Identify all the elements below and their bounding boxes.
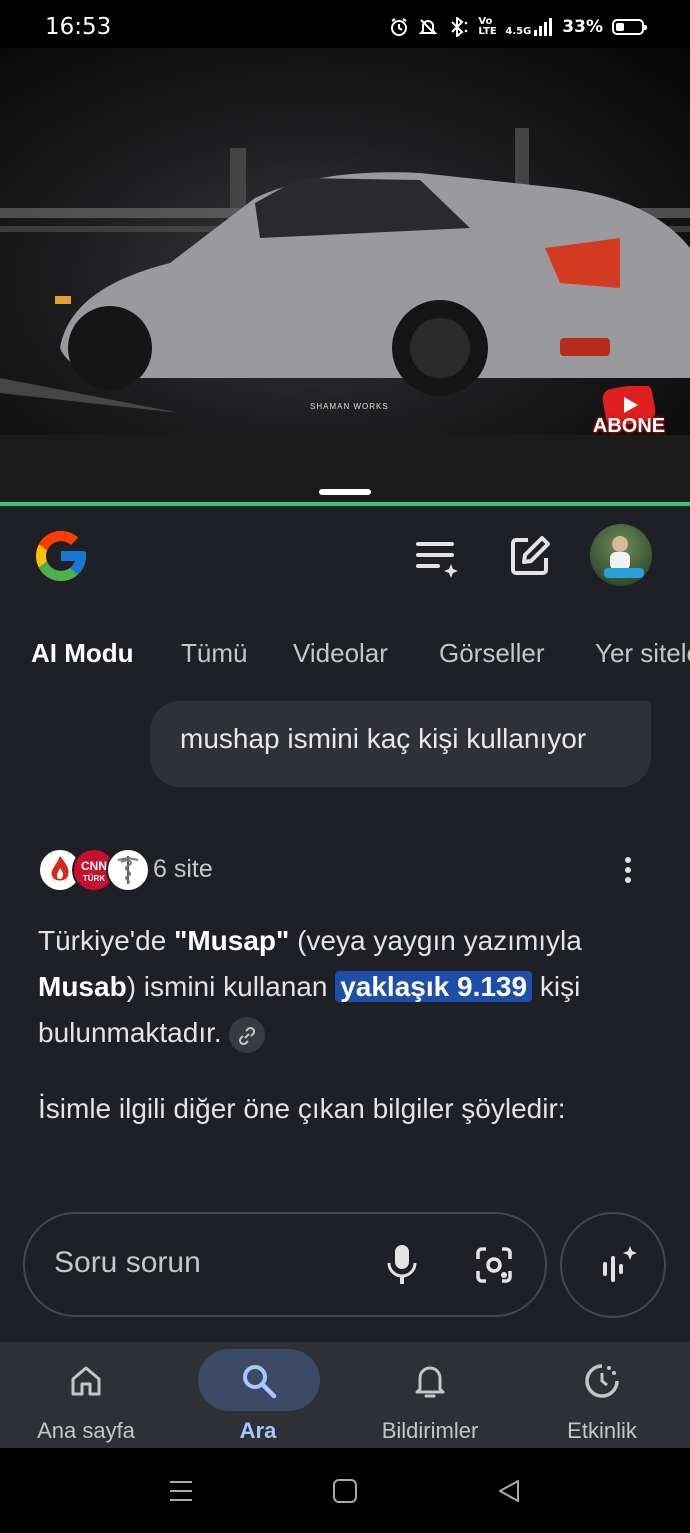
home-button-icon[interactable] — [332, 1478, 358, 1504]
video-frame — [0, 128, 690, 413]
back-icon[interactable] — [496, 1478, 522, 1504]
answer-highlight: yaklaşık 9.139 — [335, 971, 533, 1002]
live-voice-icon — [603, 1246, 637, 1282]
sources-count[interactable]: 6 site — [153, 855, 213, 884]
ask-input[interactable]: Soru sorun — [54, 1246, 201, 1280]
avatar-image — [604, 536, 644, 578]
user-query-bubble: mushap ismini kaç kişi kullanıyor — [150, 701, 651, 787]
alarm-icon — [391, 18, 408, 36]
nav-search[interactable]: Ara — [172, 1342, 344, 1448]
battery-icon — [612, 19, 647, 35]
tab-places[interactable]: Yer siteleri — [595, 638, 690, 669]
svg-text:CNN: CNN — [81, 859, 107, 873]
avatar[interactable] — [590, 524, 652, 586]
battery-percent: 33% — [562, 17, 603, 37]
lens-icon[interactable] — [474, 1245, 514, 1285]
google-g-logo[interactable] — [31, 526, 91, 586]
tab-all[interactable]: Tümü — [181, 638, 247, 669]
nav-notifications-label: Bildirimler — [381, 1418, 479, 1443]
medical-logo — [106, 848, 150, 892]
nav-search-label: Ara — [239, 1418, 277, 1443]
svg-text:TÜRK: TÜRK — [83, 874, 105, 883]
nav-notifications[interactable]: Bildirimler — [344, 1342, 516, 1448]
bell-icon — [415, 1366, 445, 1398]
status-bar: 16:53 Vo LTE 4.5G 33% — [0, 0, 690, 48]
answer-name-alt-bold: Musab — [38, 971, 127, 1002]
answer-name-bold: "Musap" — [174, 925, 290, 956]
recents-icon[interactable] — [168, 1478, 194, 1504]
nav-home[interactable]: Ana sayfa — [0, 1342, 172, 1448]
nav-home-label: Ana sayfa — [37, 1418, 135, 1443]
home-icon — [71, 1366, 101, 1396]
answer-paragraph-2: İsimle ilgili diğer öne çıkan bilgiler ş… — [38, 1093, 566, 1124]
search-icon — [243, 1365, 277, 1399]
bluetooth-icon — [451, 17, 468, 37]
activity-icon — [585, 1364, 619, 1398]
subscribe-badge[interactable]: ABONE OL — [590, 383, 668, 435]
bell-off-icon — [418, 19, 438, 35]
split-handle[interactable] — [319, 489, 371, 495]
mic-icon[interactable] — [386, 1243, 418, 1285]
nav-activity-label: Etkinlik — [567, 1418, 637, 1443]
voice-live-button[interactable] — [560, 1212, 666, 1318]
tab-videos[interactable]: Videolar — [293, 638, 388, 669]
app-header — [0, 506, 690, 616]
nav-activity[interactable]: Etkinlik — [516, 1342, 688, 1448]
status-icons: Vo LTE 4.5G 33% — [389, 14, 647, 40]
tab-ai-mode[interactable]: AI Modu — [31, 638, 134, 669]
signal-icon — [534, 18, 553, 36]
new-chat-icon[interactable] — [508, 534, 552, 578]
answer-paragraph: Türkiye'de "Musap" (veya yaygın yazımıyl… — [38, 918, 638, 1056]
system-navigation-bar — [0, 1448, 690, 1533]
search-tabs: AI Modu Tümü Videolar Görseller Yer site… — [0, 632, 690, 676]
volte-icon: Vo LTE — [478, 16, 497, 37]
bottom-navigation: Ana sayfa Ara Bildirimler Etkinlik — [0, 1342, 690, 1448]
subscribe-label: ABONE OL — [592, 415, 666, 435]
history-list-icon[interactable] — [414, 538, 460, 580]
video-watermark: SHAMAN WORKS — [310, 402, 389, 411]
more-vert-icon[interactable] — [620, 856, 636, 886]
video-player[interactable]: SHAMAN WORKS ABONE OL — [0, 48, 690, 435]
status-time: 16:53 — [45, 14, 112, 40]
link-icon[interactable] — [229, 1016, 266, 1053]
network-type: 4.5G — [505, 17, 553, 37]
tab-images[interactable]: Görseller — [439, 638, 544, 669]
